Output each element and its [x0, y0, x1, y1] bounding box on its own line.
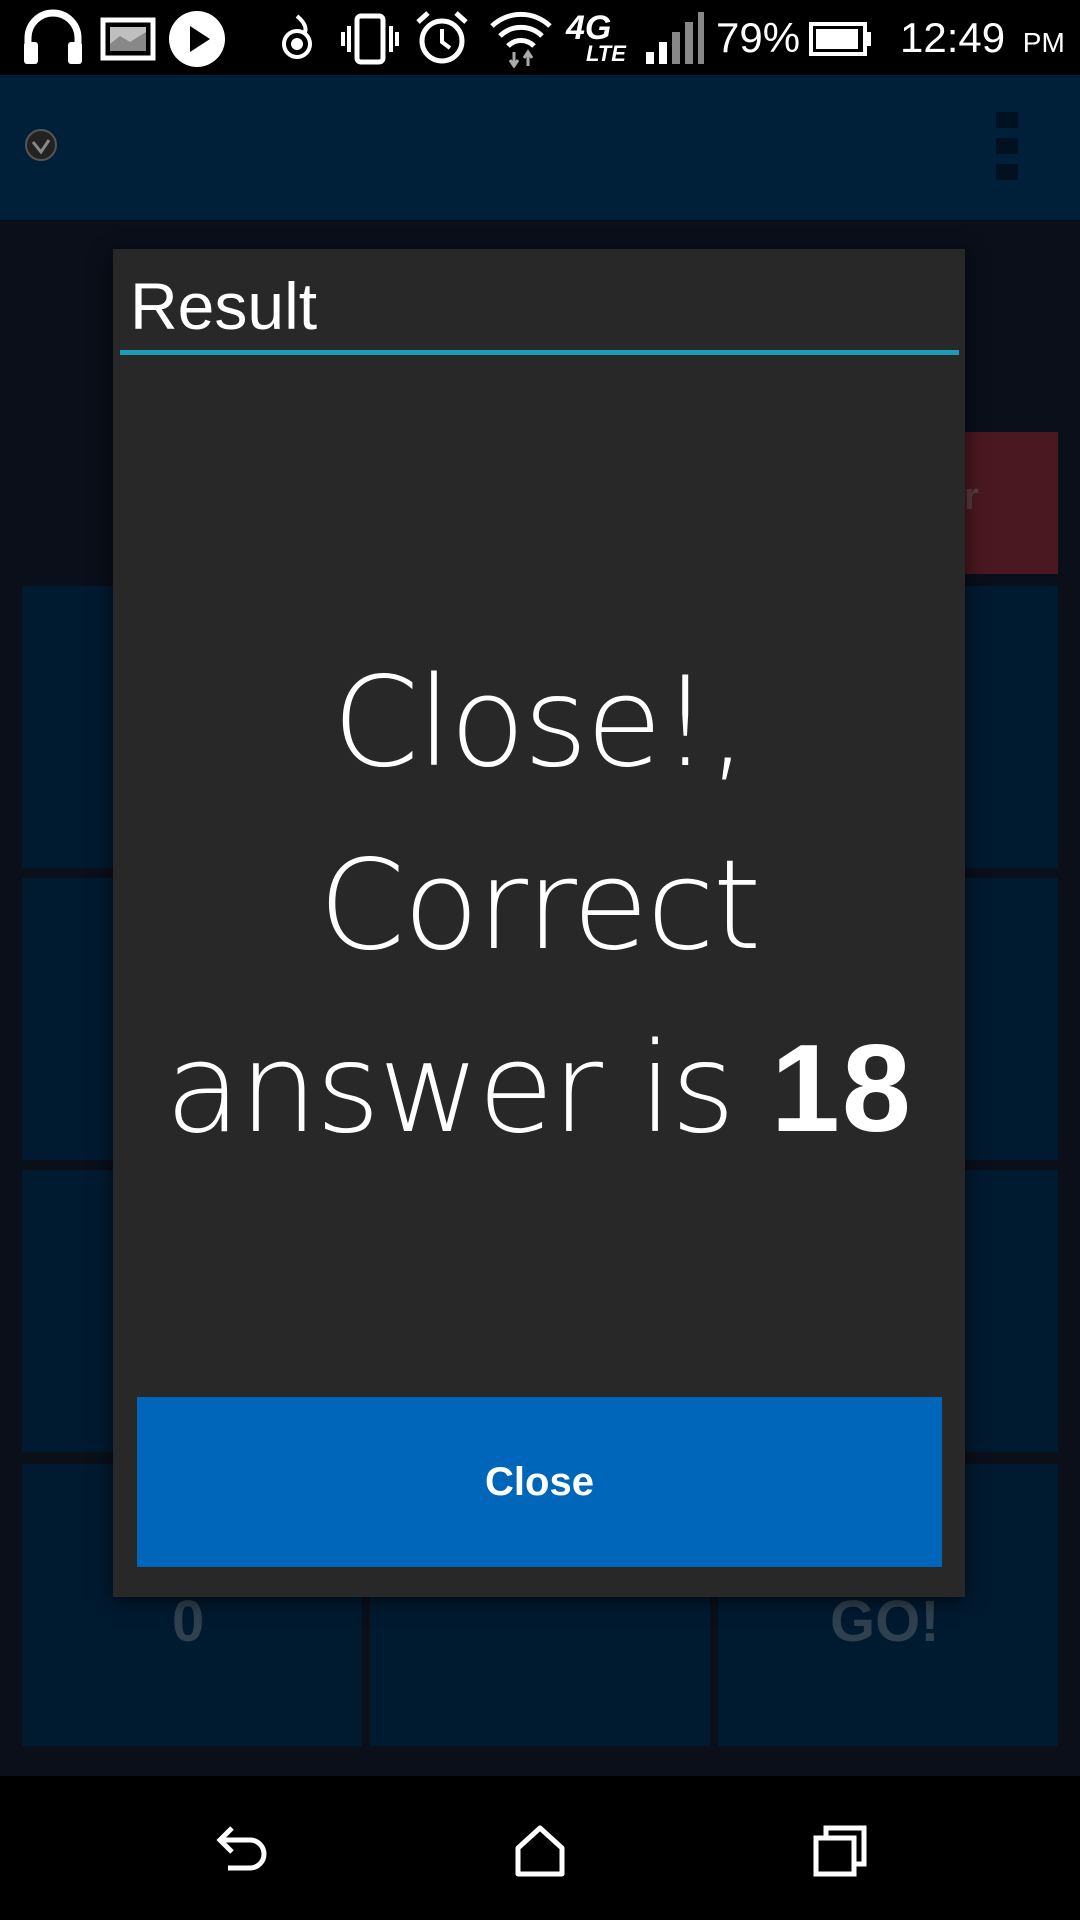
message-line-1: Close!,	[332, 651, 748, 795]
play-icon	[169, 11, 225, 67]
back-icon[interactable]	[208, 1818, 272, 1882]
hotspot-icon	[282, 14, 312, 59]
dialog-title: Result	[130, 269, 318, 343]
battery-percent: 79%	[716, 14, 801, 61]
overflow-menu-icon[interactable]	[996, 112, 1018, 180]
answer-value: 18	[770, 1020, 913, 1158]
gallery-icon	[100, 17, 156, 61]
message-line-2: Correct	[318, 834, 762, 978]
close-button[interactable]: Close	[137, 1397, 942, 1567]
clock: 12:49 PM	[900, 6, 1065, 70]
wifi-icon	[490, 11, 552, 68]
lte-icon: 4G LTE	[566, 9, 626, 66]
battery-icon	[809, 22, 871, 56]
recents-icon[interactable]	[808, 1818, 872, 1882]
message-prefix: answer is	[165, 1017, 771, 1161]
navigation-bar	[0, 1776, 1080, 1920]
clear-button[interactable]: r	[964, 432, 1058, 574]
signal-icon	[646, 12, 704, 64]
app-bar	[0, 75, 1080, 220]
app-logo-icon[interactable]	[24, 128, 58, 162]
vibrate-icon	[341, 13, 399, 65]
headphones-icon	[24, 9, 82, 64]
message-line-3: answer is 18	[143, 998, 935, 1181]
key-0-label: 0	[172, 1589, 205, 1654]
alarm-icon	[416, 11, 468, 64]
go-button-label: GO!	[830, 1589, 940, 1654]
dialog-message: Close!, Correct answer is 18	[143, 632, 935, 1181]
result-dialog: Result Close!, Correct answer is 18 Clos…	[113, 249, 965, 1597]
status-bar: 4G LTE 79% 12:49 PM	[0, 0, 1080, 75]
clock-time: 12:49	[900, 14, 1006, 61]
clock-ampm: PM	[1022, 27, 1065, 58]
dialog-divider	[120, 350, 959, 355]
home-icon[interactable]	[508, 1818, 572, 1882]
